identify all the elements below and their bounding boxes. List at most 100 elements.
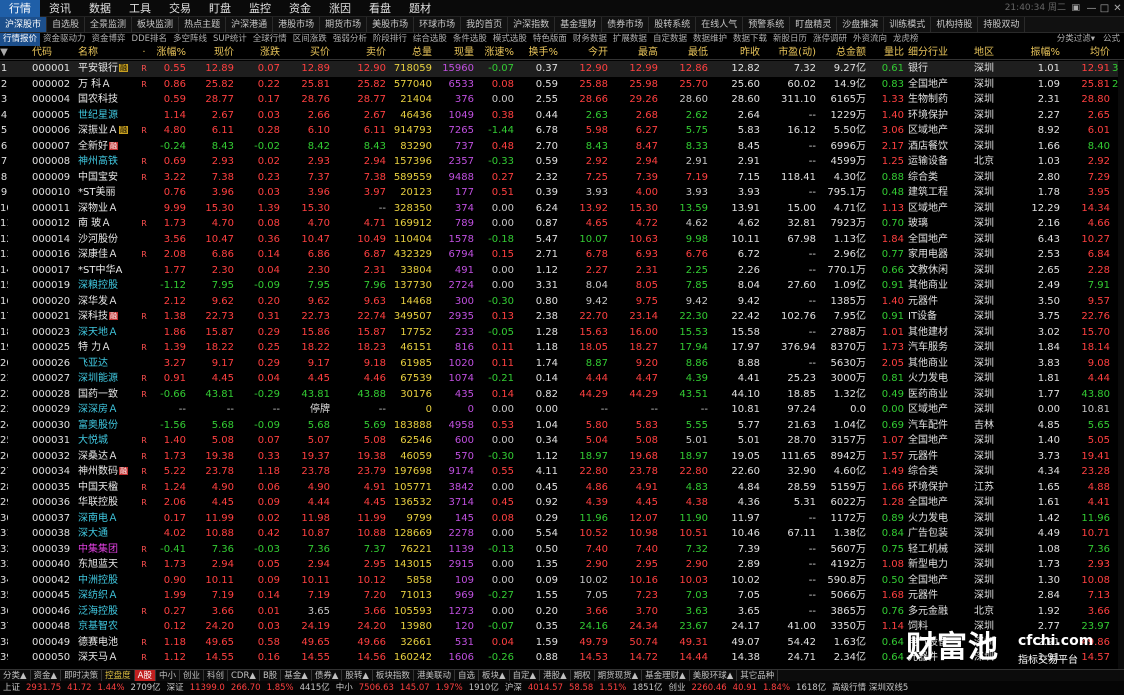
- table-row[interactable]: 32 000039中集集团 R -0.41 7.36 -0.03 7.36 7.37 76221…: [0, 542, 1124, 558]
- stock-code[interactable]: 000036: [32, 495, 78, 511]
- subnav-tab[interactable]: 沪深指数: [508, 17, 556, 32]
- function-tab[interactable]: 阶段排行: [370, 33, 410, 46]
- stock-code[interactable]: 000042: [32, 573, 78, 589]
- function-tab[interactable]: 财务数据: [570, 33, 610, 46]
- col-region-header[interactable]: 地区: [974, 46, 1014, 60]
- stock-name[interactable]: 深南电Ａ: [78, 511, 140, 527]
- stock-code[interactable]: 000039: [32, 542, 78, 558]
- bottom-tab[interactable]: 控盘度: [102, 670, 135, 681]
- col-amount-header[interactable]: 总金额: [816, 46, 866, 60]
- function-tab[interactable]: SUP统计: [210, 33, 250, 46]
- subnav-tab[interactable]: 港股市场: [273, 17, 321, 32]
- stock-name[interactable]: 特 力Ａ: [78, 340, 140, 356]
- menu-item[interactable]: 题材: [400, 0, 440, 17]
- stock-code[interactable]: 000010: [32, 185, 78, 201]
- table-row[interactable]: 30 000037深南电Ａ 0.17 11.99 0.02 11.98 11.99 9799 1…: [0, 511, 1124, 527]
- vertical-scrollbar[interactable]: [1118, 61, 1124, 669]
- table-row[interactable]: 33 000040东旭蓝天 R 1.73 2.94 0.05 2.94 2.95 143015 2…: [0, 557, 1124, 573]
- stock-name[interactable]: 深纺织Ａ: [78, 588, 140, 604]
- col-industry-header[interactable]: 细分行业: [908, 46, 974, 60]
- bottom-tab[interactable]: 港股▲: [540, 670, 571, 681]
- stock-code[interactable]: 000046: [32, 604, 78, 620]
- subnav-tab[interactable]: 沙盘推演: [837, 17, 885, 32]
- subnav-tab[interactable]: 板块监测: [132, 17, 180, 32]
- subnav-tab[interactable]: 全景监测: [85, 17, 133, 32]
- stock-code[interactable]: 000032: [32, 449, 78, 465]
- stock-code[interactable]: 000011: [32, 201, 78, 217]
- maximize-button[interactable]: □: [1098, 3, 1111, 14]
- stock-code[interactable]: 000031: [32, 433, 78, 449]
- table-row[interactable]: 24 000030富奥股份 -1.56 5.68 -0.09 5.68 5.69 183888…: [0, 418, 1124, 434]
- stock-name[interactable]: 中国天楹: [78, 480, 140, 496]
- col-pct-header[interactable]: 涨幅%: [148, 46, 186, 60]
- stock-code[interactable]: 000017: [32, 263, 78, 279]
- table-row[interactable]: 29 000036华联控股 R 2.06 4.45 0.09 4.44 4.45 136532 3…: [0, 495, 1124, 511]
- table-row[interactable]: 19 000025特 力Ａ R 1.39 18.22 0.25 18.22 18.23 4615…: [0, 340, 1124, 356]
- bottom-tab[interactable]: 期货现货▲: [595, 670, 643, 681]
- table-row[interactable]: 35 000045深纺织Ａ 1.99 7.19 0.14 7.19 7.20 71013 969…: [0, 588, 1124, 604]
- function-tab[interactable]: 扩展数据: [610, 33, 650, 46]
- bottom-tab[interactable]: 中小: [156, 670, 180, 681]
- subnav-tab[interactable]: 期货市场: [320, 17, 368, 32]
- col-avg-header[interactable]: 均价: [1060, 46, 1110, 60]
- table-row[interactable]: 21 000027深圳能源 R 0.91 4.45 0.04 4.45 4.46 67539 10…: [0, 371, 1124, 387]
- stock-name[interactable]: 大悦城: [78, 433, 140, 449]
- zx-index-value[interactable]: 7506.63: [356, 681, 397, 695]
- stock-code[interactable]: 000027: [32, 371, 78, 387]
- stock-name[interactable]: 德赛电池: [78, 635, 140, 651]
- function-tab[interactable]: DDE排名: [129, 33, 170, 46]
- stock-name[interactable]: 国药一致: [78, 387, 140, 403]
- stock-code[interactable]: 000007: [32, 139, 78, 155]
- function-tab[interactable]: 模式选股: [490, 33, 530, 46]
- stock-code[interactable]: 000045: [32, 588, 78, 604]
- stock-name[interactable]: 中国宝安: [78, 170, 140, 186]
- stock-name[interactable]: 泛海控股: [78, 604, 140, 620]
- function-tab[interactable]: 行情报价: [0, 33, 41, 46]
- function-tab[interactable]: 新股日历: [770, 33, 810, 46]
- stock-name[interactable]: 深振业Ａ 融: [78, 123, 140, 139]
- function-tab[interactable]: 综合选股: [410, 33, 450, 46]
- subnav-tab[interactable]: 我的首页: [461, 17, 509, 32]
- bottom-tab[interactable]: 其它品种: [737, 670, 779, 681]
- bottom-tab[interactable]: 自选: [455, 670, 479, 681]
- formula-button[interactable]: 公式: [1099, 33, 1124, 46]
- bottom-tab[interactable]: B股: [260, 670, 282, 681]
- bottom-tab[interactable]: 创业: [180, 670, 204, 681]
- sh-index-value[interactable]: 2931.75: [23, 681, 64, 695]
- stock-code[interactable]: 000034: [32, 464, 78, 480]
- stock-code[interactable]: 000038: [32, 526, 78, 542]
- stock-name[interactable]: 中集集团: [78, 542, 140, 558]
- sort-indicator-header[interactable]: ▼: [0, 46, 8, 60]
- table-row[interactable]: 27000034神州数码融R5.2223.781.1823.7823.79197…: [0, 464, 1124, 480]
- sz-index-value[interactable]: 11399.0: [187, 681, 228, 695]
- table-row[interactable]: 14 000017*ST中华A 1.77 2.30 0.04 2.30 2.31 33804 4…: [0, 263, 1124, 279]
- col-low-header[interactable]: 最低: [658, 46, 708, 60]
- stock-code[interactable]: 000035: [32, 480, 78, 496]
- category-filter-button[interactable]: 分类过滤▾: [1053, 33, 1099, 46]
- stock-name[interactable]: 深粮控股: [78, 278, 140, 294]
- table-row[interactable]: 9 000010 *ST美丽 0.76 3.96 0.03 3.96 3.97 20123 177…: [0, 185, 1124, 201]
- subnav-tab[interactable]: 热点主题: [179, 17, 227, 32]
- bottom-tab[interactable]: 分类▲: [0, 670, 31, 681]
- stock-code[interactable]: 000026: [32, 356, 78, 372]
- function-tab[interactable]: 外资流向: [850, 33, 890, 46]
- stock-code[interactable]: 000006: [32, 123, 78, 139]
- table-row[interactable]: 34 000042中洲控股 0.90 10.11 0.09 10.11 10.12 5858 1…: [0, 573, 1124, 589]
- stock-name[interactable]: 平安银行融: [78, 61, 140, 77]
- col-change-header[interactable]: 涨跌: [234, 46, 280, 60]
- menu-item[interactable]: 资讯: [40, 0, 80, 17]
- bottom-tab[interactable]: 基金▲: [281, 670, 312, 681]
- stock-code[interactable]: 000014: [32, 232, 78, 248]
- stock-name[interactable]: 华联控股: [78, 495, 140, 511]
- menu-item[interactable]: 资金: [280, 0, 320, 17]
- stock-code[interactable]: 000005: [32, 108, 78, 124]
- bottom-tab[interactable]: 即时决策: [61, 670, 103, 681]
- subnav-tab[interactable]: 在线人气: [696, 17, 744, 32]
- table-row[interactable]: 26 000032深桑达Ａ R 1.73 19.38 0.33 19.37 19.38 4605…: [0, 449, 1124, 465]
- stock-name[interactable]: 沙河股份: [78, 232, 140, 248]
- col-vol-ratio-header[interactable]: 量比: [866, 46, 904, 60]
- col-code-header[interactable]: 代码: [32, 46, 78, 60]
- table-row[interactable]: 17000021深科技融R1.3822.730.3122.7322.743495…: [0, 309, 1124, 325]
- bottom-tab[interactable]: 科创: [204, 670, 228, 681]
- stock-name[interactable]: 深华发Ａ: [78, 294, 140, 310]
